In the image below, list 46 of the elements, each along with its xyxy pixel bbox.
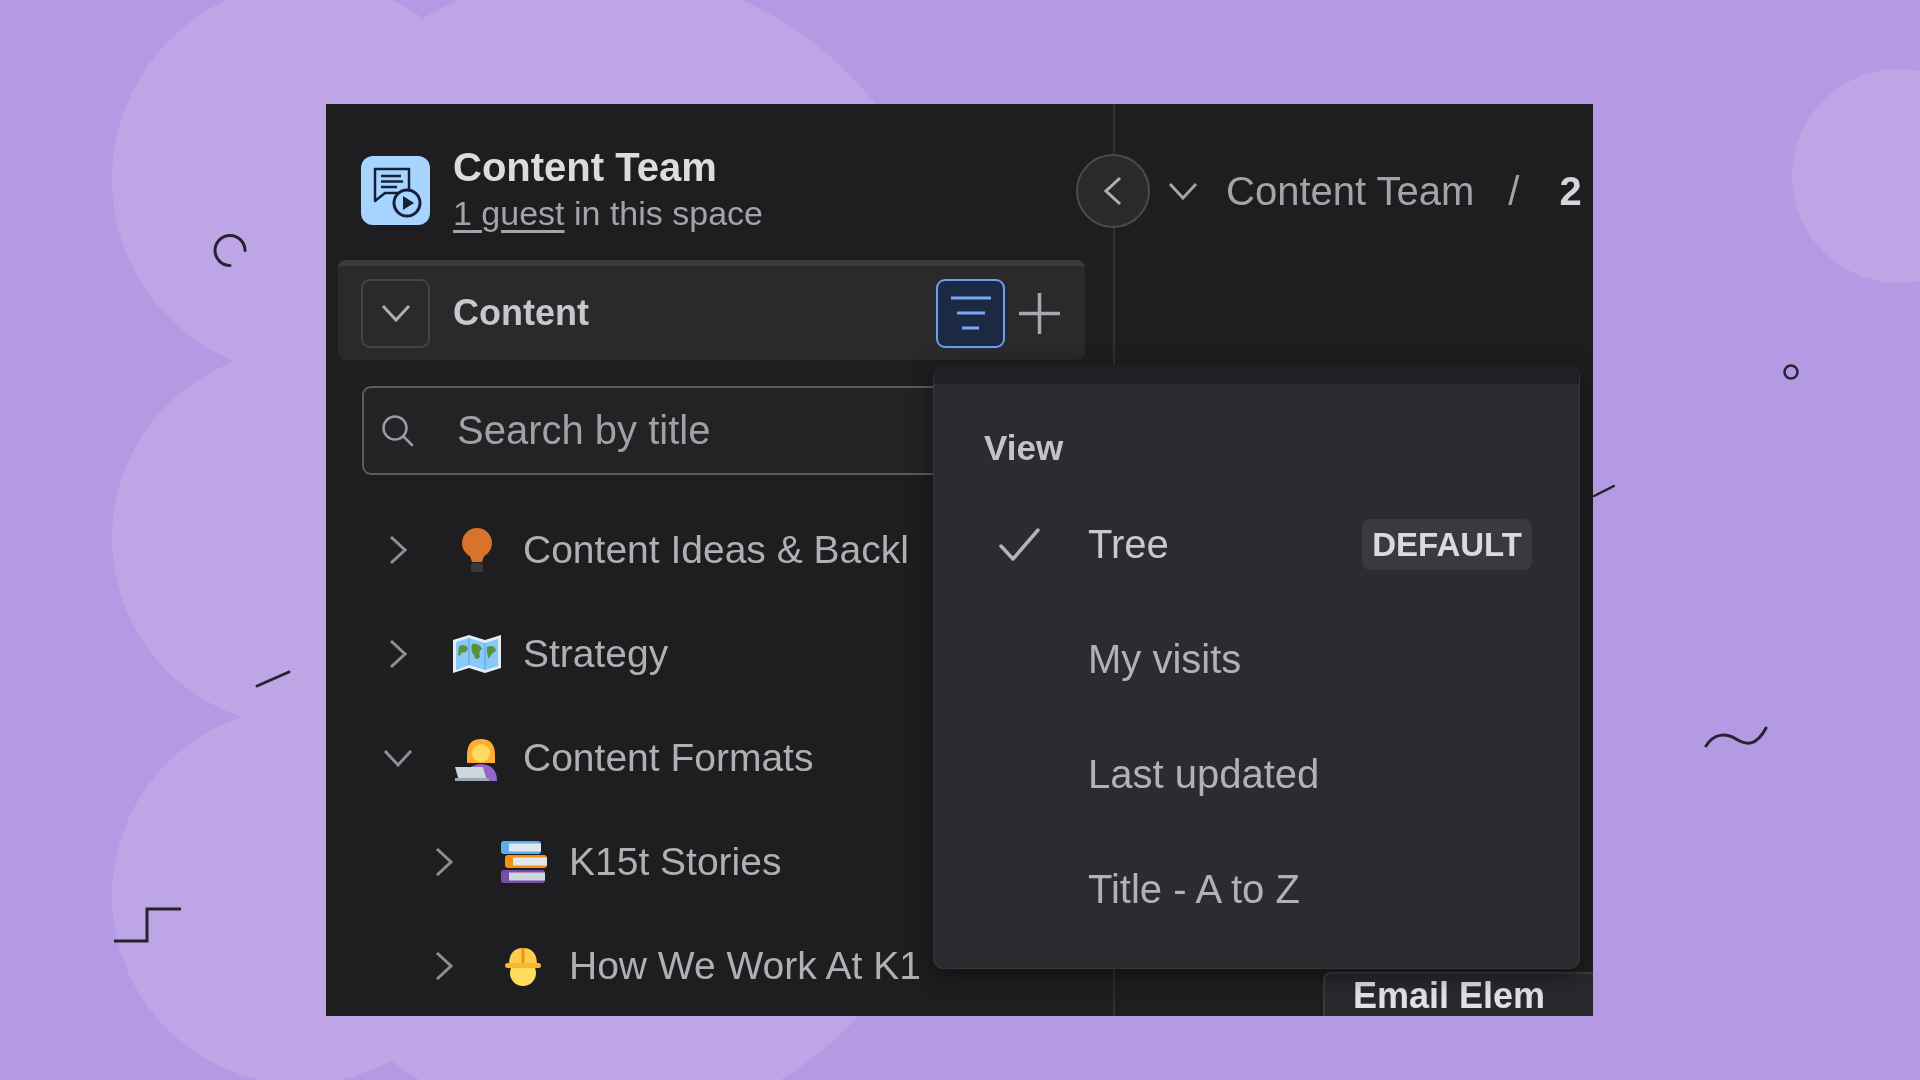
space-title: Content Team [453, 144, 718, 190]
dash-icon [1593, 485, 1615, 497]
wave-icon [1704, 725, 1768, 749]
filter-button[interactable] [936, 278, 1005, 348]
filter-icon [949, 296, 992, 330]
collapse-toggle-button[interactable] [361, 278, 430, 348]
world-map-icon [453, 635, 501, 673]
dash-icon [255, 670, 291, 688]
breadcrumb-separator: / [1508, 168, 1520, 214]
tree-item[interactable]: Strategy [326, 602, 669, 706]
chevron-right-icon[interactable] [389, 639, 407, 669]
hard-hat-person-icon [504, 945, 542, 987]
books-icon [499, 840, 547, 884]
lightbulb-icon [461, 528, 493, 572]
plus-icon [1019, 292, 1060, 334]
chevron-down-icon [380, 304, 411, 322]
search-icon [381, 414, 414, 447]
menu-item[interactable]: My visits [984, 602, 1532, 717]
guest-link[interactable]: 1 guest [453, 194, 565, 232]
chevron-left-icon [1104, 176, 1122, 206]
chevron-down-icon[interactable] [383, 749, 413, 767]
ring-icon [1782, 363, 1800, 381]
card-title: Email Elem [1353, 976, 1546, 1016]
menu-item[interactable]: Tree DEFAULT [984, 487, 1532, 602]
breadcrumb-link[interactable]: 2 [1559, 168, 1582, 214]
section-title: Content [453, 292, 590, 334]
chevron-right-icon[interactable] [435, 847, 453, 877]
menu-heading: View [984, 428, 1065, 468]
guest-info-text: 1 guest in this space [453, 193, 763, 234]
tree-item[interactable]: How We Work At K1 [326, 914, 921, 1016]
menu-item[interactable]: Title - A to Z [984, 832, 1532, 947]
tree-item[interactable]: Content Formats [326, 706, 814, 810]
breadcrumb-link[interactable]: Content Team [1226, 168, 1475, 214]
chevron-right-icon[interactable] [389, 535, 407, 565]
step-line-icon [113, 907, 183, 943]
chevron-right-icon[interactable] [435, 951, 453, 981]
arc-icon [212, 233, 248, 268]
add-button[interactable] [1019, 292, 1060, 334]
tree-item[interactable]: Content Ideas & Backl [326, 498, 909, 602]
default-badge: DEFAULT [1362, 519, 1532, 570]
tree-item[interactable]: K15t Stories [326, 810, 782, 914]
check-icon [998, 528, 1040, 561]
menu-item[interactable]: Last updated [984, 717, 1532, 832]
chevron-down-icon[interactable] [1168, 182, 1198, 200]
speech-bubble-play-icon [361, 155, 430, 225]
page-card[interactable]: Email Elem [1323, 972, 1593, 1016]
